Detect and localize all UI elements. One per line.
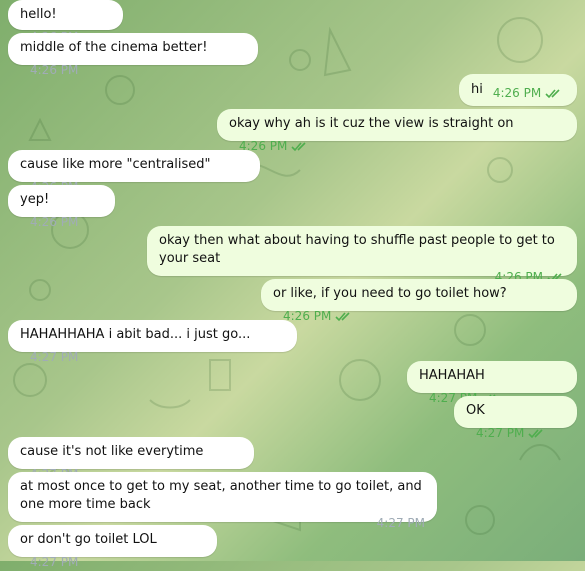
message-text: HAHAHHAHA i abit bad... i just go... — [20, 327, 251, 342]
message-text: yep! — [20, 192, 50, 207]
message-text: or don't go toilet LOL — [20, 532, 157, 547]
message-text: okay why ah is it cuz the view is straig… — [229, 116, 514, 131]
message-bubble-outgoing[interactable]: or like, if you need to go toilet how? 4:… — [261, 279, 577, 323]
message-timestamp: 4:27 PM — [476, 426, 525, 440]
double-check-read-icon — [545, 88, 560, 98]
message-text: cause like more "centralised" — [20, 157, 211, 172]
message-timestamp: 4:26 PM — [492, 86, 542, 100]
message-text: or like, if you need to go toilet how? — [273, 286, 507, 301]
double-check-read-icon — [291, 141, 306, 151]
message-text: cause it's not like everytime — [20, 444, 204, 459]
message-bubble-outgoing[interactable]: okay then what about having to shuffle p… — [147, 226, 577, 284]
message-bubble-incoming[interactable]: hello!4:26 PM — [8, 0, 123, 44]
message-text: hi — [471, 82, 483, 97]
message-text: hello! — [20, 7, 57, 22]
message-bubble-outgoing[interactable]: okay why ah is it cuz the view is straig… — [217, 109, 577, 153]
message-bubble-incoming[interactable]: middle of the cinema better! 4:26 PM — [8, 33, 258, 77]
chat-message-list[interactable]: hello!4:26 PM middle of the cinema bette… — [0, 0, 585, 569]
message-bubble-incoming[interactable]: cause like more "centralised"4:26 PM — [8, 150, 260, 194]
message-bubble-outgoing[interactable]: HAHAHAH4:27 PM — [407, 361, 577, 405]
message-text: okay then what about having to shuffle p… — [159, 233, 559, 266]
message-text: at most once to get to my seat, another … — [20, 479, 426, 512]
message-timestamp: 4:27 PM — [30, 350, 79, 364]
message-timestamp: 4:26 PM — [30, 215, 79, 229]
message-bubble-incoming[interactable]: yep! 4:26 PM — [8, 185, 115, 229]
message-bubble-incoming[interactable]: at most once to get to my seat, another … — [8, 472, 437, 530]
message-bubble-incoming[interactable]: HAHAHHAHA i abit bad... i just go... 4:27… — [8, 320, 297, 364]
message-text: HAHAHAH — [419, 368, 485, 383]
message-timestamp: 4:27 PM — [30, 555, 79, 569]
double-check-read-icon — [528, 428, 543, 438]
message-text: middle of the cinema better! — [20, 40, 208, 55]
message-text: OK — [466, 403, 485, 418]
double-check-read-icon — [335, 311, 350, 321]
message-bubble-incoming[interactable]: or don't go toilet LOL 4:27 PM — [8, 525, 217, 569]
message-bubble-outgoing[interactable]: OK 4:27 PM — [454, 396, 577, 440]
message-bubble-outgoing[interactable]: hi 4:26 PM — [459, 74, 577, 106]
message-timestamp: 4:26 PM — [283, 309, 332, 323]
message-timestamp: 4:26 PM — [30, 63, 79, 77]
message-bubble-incoming[interactable]: cause it's not like everytime4:27 PM — [8, 437, 254, 481]
